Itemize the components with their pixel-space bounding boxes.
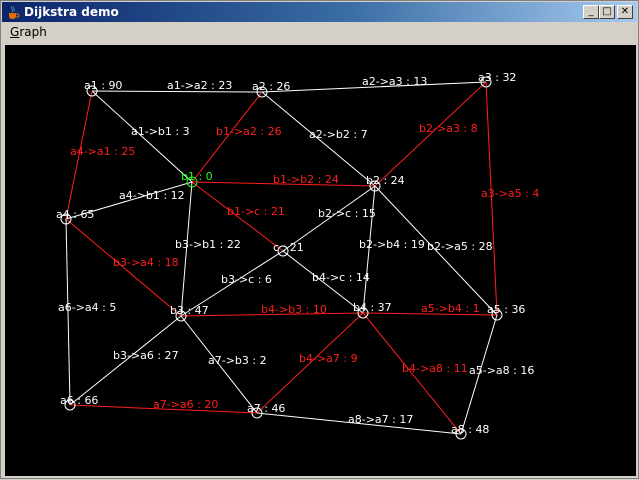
- node-label-a4: a4 : 65: [56, 208, 94, 221]
- node-label-b4: b4 : 37: [353, 301, 392, 314]
- app-window: Dijkstra demo _ □ ✕ Graph a1->a2 : 23 a2-…: [0, 0, 639, 479]
- edge-label-b4-b3: b4->b3 : 10: [261, 303, 327, 316]
- edge-label-a5-a8: a5->a8 : 16: [469, 364, 534, 377]
- edge-label-b4-a8: b4->a8 : 11: [402, 362, 468, 375]
- edge-label-b2-a3: b2->a3 : 8: [419, 122, 478, 135]
- node-label-a6: a6 : 66: [60, 394, 98, 407]
- edge-label-a2-b2: a2->b2 : 7: [309, 128, 368, 141]
- node-label-b3: b3 : 47: [170, 304, 209, 317]
- node-label-b1: b1 : 0: [181, 170, 213, 183]
- edge-label-b1-b2: b1->b2 : 24: [273, 173, 339, 186]
- edge-label-a5-b4: a5->b4 : 1: [421, 302, 480, 315]
- edge-label-a3-a5: a3->a5 : 4: [481, 187, 539, 200]
- edge-label-b4-a7: b4->a7 : 9: [299, 352, 358, 365]
- edge-label-a8-a7: a8->a7 : 17: [348, 413, 413, 426]
- node-label-a3: a3 : 32: [478, 71, 516, 84]
- java-cup-icon: [9, 5, 20, 19]
- node-label-a1: a1 : 90: [84, 79, 122, 92]
- edge-label-b2-a5: b2->a5 : 28: [427, 240, 493, 253]
- graph-drawing: a1->a2 : 23 a2->a3 : 13 a1->b1 : 3 a4->a1 :…: [56, 71, 539, 440]
- menu-graph-label: raph: [19, 25, 47, 39]
- edge-label-a7-b3: a7->b3 : 2: [208, 354, 267, 367]
- edge-label-b2-b4: b2->b4 : 19: [359, 238, 425, 251]
- node-label-a5: a5 : 36: [487, 303, 525, 316]
- node-label-a8: a8 : 48: [451, 423, 489, 436]
- edge-label-a4-a1: a4->a1 : 25: [70, 145, 135, 158]
- edge-label-b3-b1: b3->b1 : 22: [175, 238, 241, 251]
- node-label-a7: a7 : 46: [247, 402, 285, 415]
- node-label-a2: a2 : 26: [252, 80, 290, 93]
- maximize-icon: □: [602, 6, 612, 17]
- edge-label-b3-a4: b3->a4 : 18: [113, 256, 179, 269]
- node-label-c: c : 21: [273, 241, 304, 254]
- edge-label-b2-c: b2->c : 15: [318, 207, 376, 220]
- edge-label-b4-c: b4->c : 14: [312, 271, 370, 284]
- window-title: Dijkstra demo: [24, 5, 119, 19]
- edge-label-a7-a6: a7->a6 : 20: [153, 398, 218, 411]
- menu-graph-mnemonic: G: [10, 25, 20, 39]
- edge-label-b3-a6: b3->a6 : 27: [113, 349, 179, 362]
- close-icon: ✕: [620, 6, 630, 17]
- edge-label-b3-c: b3->c : 6: [221, 273, 272, 286]
- edge-label-a2-a3: a2->a3 : 13: [362, 75, 427, 88]
- edge-label-a1-b1: a1->b1 : 3: [131, 125, 190, 138]
- minimize-icon: _: [588, 6, 594, 17]
- edge-label-a6-a4: a6->a4 : 5: [58, 301, 116, 314]
- minimize-button[interactable]: _: [583, 5, 599, 19]
- edge-label-a4-b1: a4->b1 : 12: [119, 189, 185, 202]
- menu-graph[interactable]: Graph: [10, 25, 47, 39]
- maximize-button[interactable]: □: [599, 5, 615, 19]
- title-bar[interactable]: Dijkstra demo _ □ ✕: [2, 2, 637, 22]
- edge-label-b1-a2: b1->a2 : 26: [216, 125, 282, 138]
- close-button[interactable]: ✕: [617, 5, 633, 19]
- graph-canvas[interactable]: a1->a2 : 23 a2->a3 : 13 a1->b1 : 3 a4->a1 :…: [5, 45, 636, 476]
- node-label-b2: b2 : 24: [366, 174, 405, 187]
- edge-label-a1-a2: a1->a2 : 23: [167, 79, 232, 92]
- edge-label-b1-c: b1->c : 21: [227, 205, 285, 218]
- menu-bar: Graph: [2, 22, 637, 42]
